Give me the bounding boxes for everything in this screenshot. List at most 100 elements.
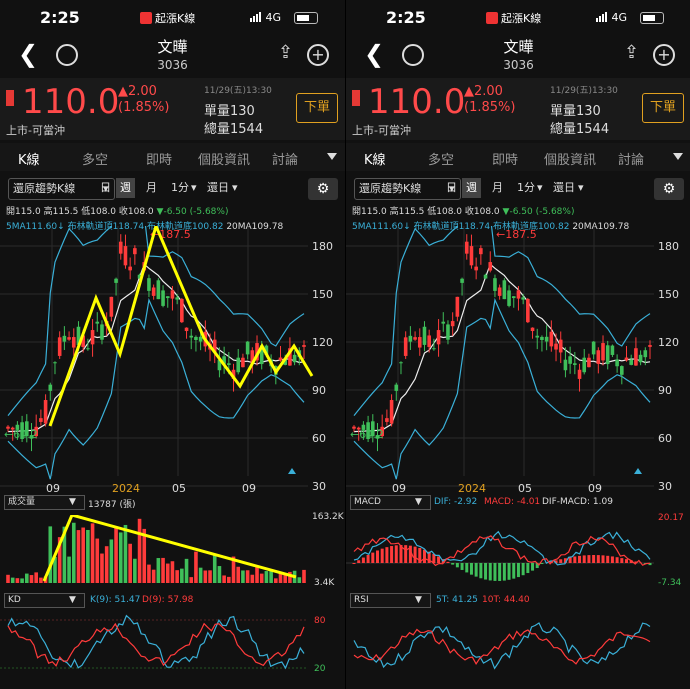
period-group: 日 週 月 1分 ▾ 還日 ▾ <box>442 178 594 198</box>
candle-body <box>469 246 474 266</box>
kd-indicator-select[interactable]: KD ▼ <box>4 593 85 608</box>
low-price-label: ←64.2 <box>4 428 38 441</box>
volume-bar <box>15 578 20 583</box>
tab-stock-info[interactable]: 個股資訊 <box>198 149 250 168</box>
share-icon[interactable]: ⇪ <box>624 42 639 63</box>
market-type: 上市-可當沖 <box>352 124 411 137</box>
macd-histogram-bar <box>493 563 497 581</box>
candle-body <box>118 241 123 254</box>
time-axis-label: 09 <box>46 482 60 495</box>
volume-bar <box>20 578 24 583</box>
macd-indicator-select[interactable]: MACD ▼ <box>350 495 431 510</box>
period-group: 日 週 月 1分 ▾ 還日 ▾ <box>96 178 248 198</box>
macd-histogram-bar <box>394 545 398 563</box>
candle-body <box>427 335 431 347</box>
candle-body <box>488 262 493 271</box>
volume-bar <box>114 527 118 583</box>
total-volume: 總量1544 <box>550 122 610 137</box>
period-month[interactable]: 月 <box>492 178 503 198</box>
period-month[interactable]: 月 <box>146 178 157 198</box>
macd-histogram-bar <box>380 548 384 563</box>
tab-kline[interactable]: K線 <box>18 149 40 168</box>
tab-bull-bear[interactable]: 多空 <box>428 149 454 168</box>
rsi-indicator-select[interactable]: RSI ▼ <box>350 593 431 608</box>
price-axis-label: 60 <box>312 432 326 445</box>
candle-body <box>535 335 540 338</box>
tab-discussion[interactable]: 討論 <box>272 149 298 168</box>
volume-bar <box>133 558 137 583</box>
volume-bar <box>222 575 226 583</box>
order-button[interactable]: 下單 <box>642 93 684 123</box>
macd-histogram-bar <box>469 563 473 575</box>
candle-body <box>624 357 629 361</box>
candle-body <box>483 274 488 279</box>
quote-datetime: 11/29(五)13:30 <box>550 86 618 96</box>
add-watchlist-icon[interactable]: + <box>307 44 329 66</box>
candle-body <box>128 266 132 271</box>
price-change-pct: (1.85%) <box>118 100 170 115</box>
volume-bar <box>297 577 302 583</box>
tab-bull-bear[interactable]: 多空 <box>82 149 108 168</box>
dif-line <box>353 530 651 566</box>
annotation-zigzag-line <box>48 226 314 427</box>
share-icon[interactable]: ⇪ <box>278 42 293 63</box>
kd-select-arrow-icon: ▼ <box>69 595 76 605</box>
volume-bar <box>241 570 245 583</box>
battery-icon <box>640 12 664 24</box>
price-change: ▲2.00 <box>118 84 157 99</box>
period-minute[interactable]: 1分 <box>171 178 189 198</box>
candle-body <box>450 321 455 327</box>
tab-stock-info[interactable]: 個股資訊 <box>544 149 596 168</box>
tab-more-icon[interactable] <box>327 153 337 160</box>
volume-bar <box>236 566 241 583</box>
volume-bar <box>128 543 132 583</box>
rsi10-value: 10T: 44.40 <box>482 595 530 605</box>
low-price-label: ←64.2 <box>350 428 384 441</box>
tab-discussion[interactable]: 討論 <box>618 149 644 168</box>
app-logo-icon <box>140 12 152 24</box>
price: 110.0 <box>368 82 466 122</box>
macd-histogram-bar <box>474 563 478 577</box>
period-week[interactable]: 週 <box>462 178 481 198</box>
candle-body <box>540 336 544 340</box>
marker-triangle-icon <box>634 468 642 474</box>
status-time: 2:25 <box>386 8 426 27</box>
settings-gear-icon[interactable]: ⚙ <box>308 178 338 200</box>
range-arrow-icon: ▾ <box>232 181 238 194</box>
tab-realtime[interactable]: 即時 <box>492 149 518 168</box>
tab-kline[interactable]: K線 <box>364 149 386 168</box>
macd-histogram-bar <box>437 556 441 563</box>
signal-bars-icon <box>250 12 262 25</box>
range-select[interactable]: 還日 <box>207 178 229 198</box>
period-day[interactable]: 日 <box>100 178 111 198</box>
macd-histogram-bar <box>578 555 582 563</box>
macd-histogram-bar <box>366 554 370 563</box>
tab-realtime[interactable]: 即時 <box>146 149 172 168</box>
tab-bar: K線 多空 即時 個股資訊 討論 <box>0 143 345 171</box>
period-minute[interactable]: 1分 <box>517 178 535 198</box>
order-button[interactable]: 下單 <box>296 93 338 123</box>
signal-bars-icon <box>596 12 608 25</box>
candle-body <box>43 400 48 424</box>
time-axis-label: 2024 <box>458 482 486 495</box>
candle-body <box>596 350 601 364</box>
mode-label: 還原趨勢K線 <box>13 182 76 195</box>
kline-chart[interactable]: 18015012090603009 2024 05 09←187.5←64.2 <box>346 226 690 496</box>
kline-chart[interactable]: 18015012090603009 2024 05 09←187.5←64.2 <box>0 226 345 496</box>
tab-more-icon[interactable] <box>673 153 683 160</box>
volume-indicator-select[interactable]: 成交量 ▼ <box>4 495 85 510</box>
candle-body <box>90 330 95 345</box>
volume-bar <box>123 524 128 583</box>
range-select[interactable]: 還日 <box>553 178 575 198</box>
period-day[interactable]: 日 <box>446 178 457 198</box>
period-week[interactable]: 週 <box>116 178 135 198</box>
add-watchlist-icon[interactable]: + <box>653 44 675 66</box>
candle-body <box>455 296 460 317</box>
volume-bar <box>6 574 10 583</box>
macd-histogram-bar <box>502 563 506 581</box>
candle-body <box>436 330 441 345</box>
candle-body <box>189 335 194 338</box>
settings-gear-icon[interactable]: ⚙ <box>654 178 684 200</box>
volume-bar <box>137 518 142 583</box>
candle-body <box>236 357 241 373</box>
